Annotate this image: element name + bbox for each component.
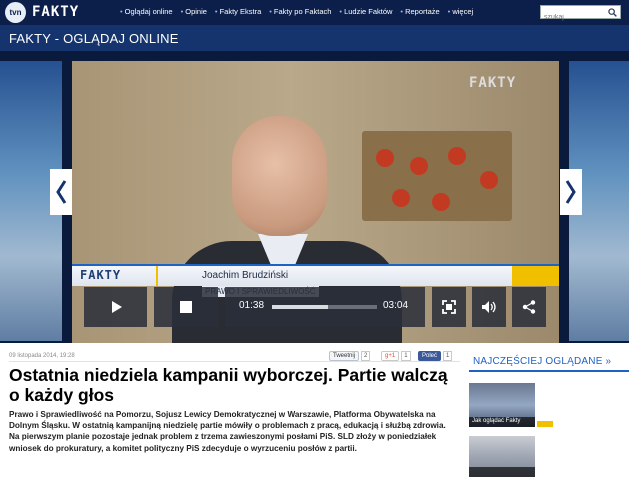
most-watched-caption: Jak oglądać Fakty: [469, 417, 535, 427]
speaker-name: Joachim Brudziński: [202, 270, 289, 281]
bullet-icon: •: [339, 7, 343, 16]
share-button[interactable]: [512, 287, 546, 327]
video-decor: [410, 157, 428, 175]
gplus-button[interactable]: g+1: [381, 351, 400, 361]
total-time: 03:04: [383, 300, 409, 311]
nav-item-wiecej[interactable]: • więcej: [448, 7, 473, 16]
channel-bug: FAKTY: [469, 75, 517, 91]
lower-third-brand: FAKTY: [80, 268, 122, 282]
section-title: FAKTY - OGLĄDAJ ONLINE: [9, 31, 179, 46]
carousel-next-button[interactable]: [560, 169, 582, 215]
most-watched-header[interactable]: NAJCZĘŚCIEJ OGLĄDANE »: [469, 352, 629, 372]
gplus-count: 1: [401, 351, 411, 361]
gplus-widget: g+1 1: [381, 351, 411, 361]
bullet-icon: •: [269, 7, 272, 16]
article-date: 09 listopada 2014, 19:28: [9, 353, 75, 359]
facebook-like-button[interactable]: Poleć: [418, 351, 442, 361]
nav-item-ludzie-faktow[interactable]: • Ludzie Faktów: [339, 7, 392, 16]
lower-third-stripe: [156, 266, 158, 286]
progress-fill: [272, 305, 328, 309]
fakty-logo[interactable]: FAKTY: [32, 4, 79, 20]
nav-item-opinie[interactable]: • Opinie: [181, 7, 207, 16]
most-watched-caption: [469, 467, 535, 477]
facebook-count: 1: [443, 351, 453, 361]
stop-icon: [180, 301, 192, 313]
article-lead: Prawo i Sprawiedliwość na Pomorzu, Sojus…: [9, 410, 446, 453]
main-nav: • Oglądaj online • Opinie • Fakty Ekstra • F…: [120, 7, 473, 16]
nav-item-label: Reportaże: [405, 7, 440, 16]
tvn-logo[interactable]: tvn: [5, 2, 26, 23]
play-icon: [111, 301, 122, 313]
search-box: [540, 5, 621, 24]
volume-button[interactable]: [472, 287, 506, 327]
article-title: Ostatnia niedziela kampanii wyborczej. P…: [9, 365, 448, 405]
speaker-head: [232, 116, 327, 236]
fullscreen-icon: [442, 300, 456, 314]
most-watched-item[interactable]: Jak oglądać Fakty: [469, 383, 535, 427]
search-input[interactable]: [541, 11, 601, 24]
nav-item-label: Fakty po Faktach: [273, 7, 332, 16]
most-watched-title: NAJCZĘŚCIEJ OGLĄDANE »: [473, 356, 612, 367]
nav-item-label: Oglądaj online: [124, 7, 173, 16]
bullet-icon: •: [447, 7, 451, 16]
carousel-prev-button[interactable]: [50, 169, 72, 215]
volume-icon: [482, 301, 496, 313]
progress-track[interactable]: [272, 305, 377, 309]
nav-item-ogladaj-online[interactable]: • Oglądaj online: [120, 7, 173, 16]
bullet-icon: •: [214, 7, 218, 16]
lower-third-accent: [512, 266, 559, 286]
video-player[interactable]: FAKTY FAKTY Joachim Brudziński PRAWO I S…: [72, 61, 559, 343]
video-decor: [432, 193, 450, 211]
most-watched-badge: [537, 421, 553, 427]
section-header: FAKTY - OGLĄDAJ ONLINE: [0, 25, 629, 51]
fakty-logo-text: FAKTY: [32, 4, 80, 20]
bullet-icon: •: [120, 7, 123, 16]
timeline: 01:38 03:04: [225, 287, 425, 327]
page: tvn FAKTY • Oglądaj online • Opinie • Fakty…: [0, 0, 629, 477]
facebook-widget: Poleć 1: [418, 351, 453, 361]
nav-item-label: więcej: [452, 7, 474, 16]
tweet-widget: Tweetnij 2: [329, 351, 371, 361]
nav-item-fakty-po-faktach[interactable]: • Fakty po Faktach: [269, 7, 331, 16]
top-navigation-bar: tvn FAKTY • Oglądaj online • Opinie • Fakty…: [0, 0, 629, 25]
share-icon: [522, 300, 536, 314]
nav-item-fakty-ekstra[interactable]: • Fakty Ekstra: [215, 7, 261, 16]
nav-item-reportaze[interactable]: • Reportaże: [400, 7, 439, 16]
nav-item-label: Opinie: [185, 7, 207, 16]
fullscreen-button[interactable]: [432, 287, 466, 327]
article-divider: [9, 361, 460, 362]
tweet-button[interactable]: Tweetnij: [329, 351, 360, 361]
stop-button[interactable]: [154, 287, 218, 327]
search-icon[interactable]: [608, 8, 617, 17]
bullet-icon: •: [180, 7, 184, 16]
play-button[interactable]: [84, 287, 147, 327]
nav-item-label: Ludzie Faktów: [344, 7, 393, 16]
nav-item-label: Fakty Ekstra: [219, 7, 262, 16]
tweet-count: 2: [361, 351, 371, 361]
player-controls: 01:38 03:04: [82, 287, 552, 327]
video-decor: [448, 147, 466, 165]
chevron-right-icon: [565, 180, 576, 204]
video-carousel: FAKTY FAKTY Joachim Brudziński PRAWO I S…: [0, 51, 629, 343]
most-watched-item[interactable]: [469, 436, 535, 477]
video-decor: [480, 171, 498, 189]
bullet-icon: •: [400, 7, 404, 16]
lower-third: FAKTY Joachim Brudziński: [72, 264, 559, 286]
current-time: 01:38: [239, 300, 265, 311]
chevron-left-icon: [56, 180, 67, 204]
